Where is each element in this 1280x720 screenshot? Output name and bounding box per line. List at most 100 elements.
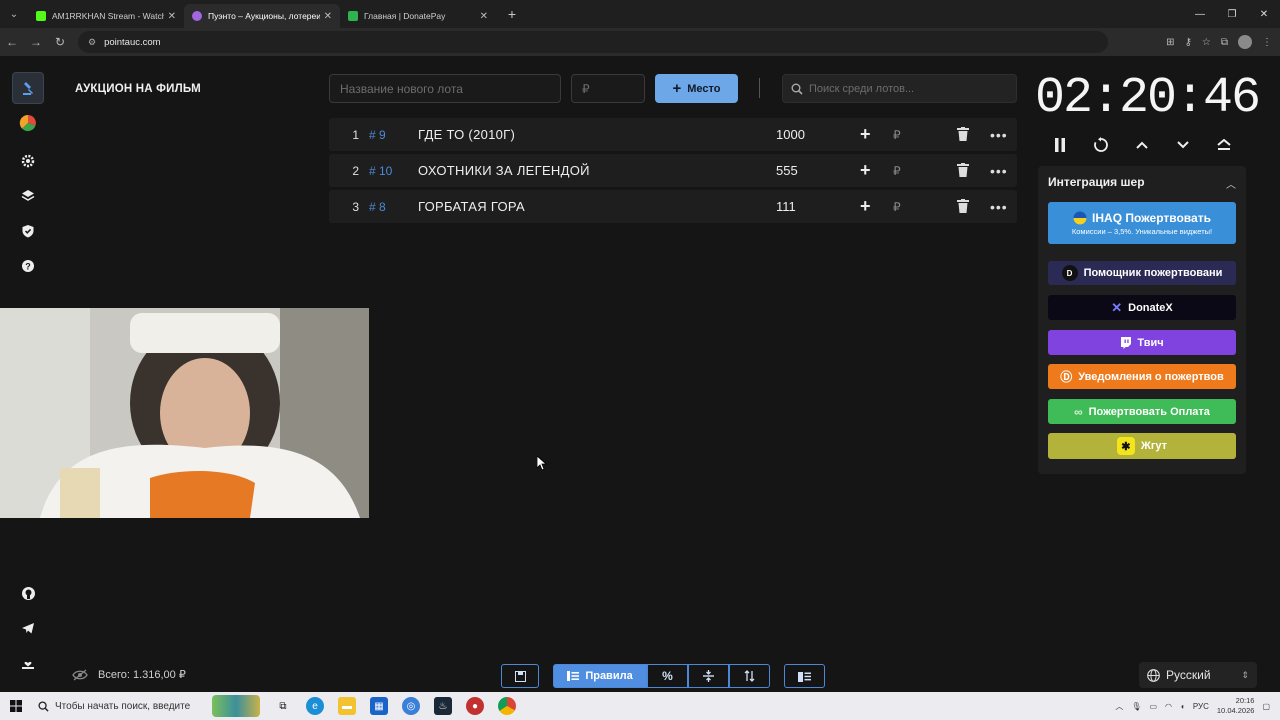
tray-expand-icon[interactable]: ︿ [1115, 701, 1123, 712]
microphone-icon[interactable]: 🎙 [1131, 702, 1141, 711]
pay-donate-button[interactable]: ∞ Пожертвовать Оплата [1048, 399, 1236, 424]
obs-icon[interactable]: ● [466, 697, 484, 715]
chrome-icon[interactable] [498, 697, 516, 715]
system-clock[interactable]: 20:16 10.04.2026 [1217, 696, 1255, 716]
back-icon[interactable]: ← [0, 35, 24, 49]
lot-amount[interactable]: 1000 [776, 127, 805, 142]
taskbar-search[interactable]: Чтобы начать поиск, введите [32, 692, 202, 720]
store-icon[interactable]: ▦ [370, 697, 388, 715]
eye-off-icon[interactable] [72, 669, 88, 681]
percent-button[interactable]: % [647, 664, 688, 688]
table-row[interactable]: 2 # 10 ОХОТНИКИ ЗА ЛЕГЕНДОЙ 555 + ₽ ••• [329, 154, 1017, 187]
minimize-icon[interactable]: — [1184, 0, 1216, 28]
donate-link[interactable] [12, 647, 44, 679]
donatepay-button[interactable]: Ⓓ Уведомления о пожертвов [1048, 364, 1236, 389]
sidebar-item-history[interactable] [12, 180, 44, 212]
add-amount-button[interactable]: + [860, 196, 871, 217]
table-row[interactable]: 1 # 9 ГДЕ ТО (2010Г) 1000 + ₽ ••• [329, 118, 1017, 151]
close-tab-icon[interactable]: ✕ [168, 11, 176, 22]
add-place-button[interactable]: + Место [655, 74, 738, 103]
add-amount-button[interactable]: + [860, 160, 871, 181]
notifications-icon[interactable]: ▢ [1262, 702, 1270, 711]
donatex-button[interactable]: ✕ DonateX [1048, 295, 1236, 320]
lot-currency[interactable]: ₽ [893, 200, 901, 214]
volume-icon[interactable]: ◖ [1180, 702, 1185, 711]
password-icon[interactable]: ⚷ [1185, 37, 1192, 48]
new-lot-amount-input[interactable] [571, 74, 645, 103]
add-time-button[interactable] [1124, 134, 1160, 156]
sort-button[interactable] [729, 664, 770, 688]
lot-id[interactable]: # 9 [369, 128, 386, 142]
app-icon[interactable]: ◎ [402, 697, 420, 715]
lot-name[interactable]: ГОРБАТАЯ ГОРА [418, 199, 525, 214]
donationalerts-button[interactable]: D Помощник пожертвовани [1048, 261, 1236, 285]
close-tab-icon[interactable]: ✕ [480, 11, 488, 22]
lot-currency[interactable]: ₽ [893, 164, 901, 178]
trash-icon[interactable] [957, 199, 969, 213]
lot-search[interactable] [782, 74, 1017, 103]
more-icon[interactable]: ••• [990, 163, 1008, 179]
tab-pointauc[interactable]: Пуэнто – Аукционы, лотереи и ✕ [184, 4, 340, 28]
sidebar-item-auction[interactable] [12, 72, 44, 104]
lot-currency[interactable]: ₽ [893, 128, 901, 142]
edge-icon[interactable]: e [306, 697, 324, 715]
lot-id[interactable]: # 8 [369, 200, 386, 214]
start-button[interactable] [0, 700, 32, 712]
reset-button[interactable] [1083, 134, 1119, 156]
lot-name[interactable]: ОХОТНИКИ ЗА ЛЕГЕНДОЙ [418, 163, 590, 178]
clear-lots-button[interactable] [784, 664, 825, 688]
chevron-up-icon[interactable]: ︿ [1226, 176, 1236, 191]
auction-title[interactable]: АУКЦИОН НА ФИЛЬМ [75, 83, 201, 95]
file-explorer-icon[interactable]: ▬ [338, 697, 356, 715]
task-view-icon[interactable]: ⧉ [274, 697, 292, 715]
ihaq-donate-button[interactable]: IHAQ Пожертвовать Комиссии – 3,5%. Уника… [1048, 202, 1236, 244]
zhgut-button[interactable]: ✱ Жгут [1048, 433, 1236, 459]
new-lot-name-input[interactable] [329, 74, 561, 103]
subtract-time-button[interactable] [1165, 134, 1201, 156]
sidebar-item-wheel[interactable] [12, 107, 44, 139]
search-input[interactable] [809, 82, 1009, 95]
input-language[interactable]: РУС [1193, 702, 1209, 711]
sidebar-item-integrations[interactable] [12, 215, 44, 247]
sidebar-item-settings[interactable] [12, 145, 44, 177]
steam-icon[interactable]: ♨ [434, 697, 452, 715]
trash-icon[interactable] [957, 127, 969, 141]
url-field[interactable]: ⚙ pointauc.com [78, 31, 1108, 53]
lot-name[interactable]: ГДЕ ТО (2010Г) [418, 127, 515, 142]
weather-widget[interactable] [212, 695, 260, 717]
sidebar-item-help[interactable]: ? [12, 250, 44, 282]
lot-amount[interactable]: 111 [776, 199, 796, 214]
new-tab-button[interactable]: + [502, 6, 522, 22]
translate-icon[interactable]: ⊞ [1166, 37, 1174, 48]
more-icon[interactable]: ••• [990, 199, 1008, 215]
table-row[interactable]: 3 # 8 ГОРБАТАЯ ГОРА 111 + ₽ ••• [329, 190, 1017, 223]
trash-icon[interactable] [957, 163, 969, 177]
bookmark-star-icon[interactable]: ☆ [1202, 37, 1211, 48]
add-amount-button[interactable]: + [860, 124, 871, 145]
lot-id[interactable]: # 10 [369, 164, 392, 178]
pause-button[interactable] [1042, 134, 1078, 156]
tab-donatepay[interactable]: Главная | DonatePay ✕ [340, 4, 496, 28]
compress-button[interactable] [688, 664, 729, 688]
maximize-icon[interactable]: ❐ [1216, 0, 1248, 28]
site-info-icon[interactable]: ⚙ [88, 37, 96, 48]
twitch-button[interactable]: Твич [1048, 330, 1236, 355]
forward-icon[interactable]: → [24, 35, 48, 49]
telegram-link[interactable] [12, 612, 44, 644]
battery-icon[interactable]: ▭ [1149, 702, 1157, 711]
tab-kick[interactable]: AM1RRKHAN Stream - Watch L ✕ [28, 4, 184, 28]
extensions-icon[interactable]: ⧉ [1221, 37, 1228, 48]
profile-avatar[interactable] [1238, 35, 1252, 49]
browser-menu-icon[interactable]: ⋮ [1262, 37, 1272, 48]
tab-search-icon[interactable]: ⌄ [0, 0, 28, 28]
reload-icon[interactable]: ↻ [48, 35, 72, 49]
close-window-icon[interactable]: ✕ [1248, 0, 1280, 28]
github-link[interactable] [12, 577, 44, 609]
more-icon[interactable]: ••• [990, 127, 1008, 143]
network-icon[interactable]: ◠ [1165, 702, 1172, 711]
language-select[interactable]: Русский ⇕ [1139, 662, 1257, 688]
save-button[interactable] [501, 664, 539, 688]
lot-amount[interactable]: 555 [776, 163, 798, 178]
close-tab-icon[interactable]: ✕ [324, 11, 332, 22]
double-time-button[interactable] [1206, 134, 1242, 156]
